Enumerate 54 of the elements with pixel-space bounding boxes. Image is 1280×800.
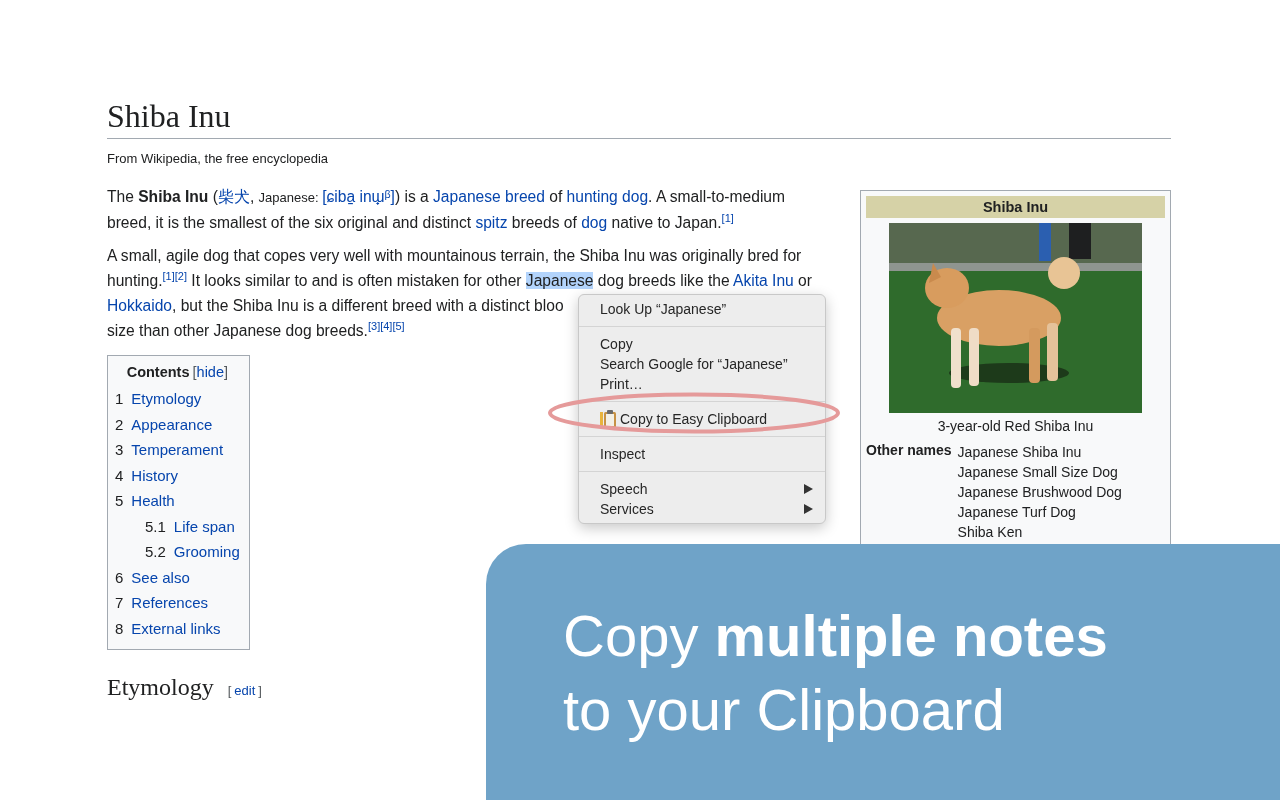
toc-link[interactable]: Temperament: [131, 437, 224, 463]
infobox-value: Shiba Ken: [957, 523, 1024, 542]
banner-text: to your Clipboard: [563, 676, 1006, 744]
toc-number: 3: [115, 440, 124, 460]
toc-link[interactable]: Grooming: [173, 539, 240, 565]
toc-link[interactable]: External links: [131, 615, 221, 641]
bracket: [: [227, 683, 232, 698]
bracket: ]: [258, 683, 262, 698]
clipboard-icon: [600, 410, 617, 428]
infobox-title: Shiba Inu: [866, 196, 1165, 218]
toc-number: 6: [115, 567, 124, 588]
toc-link[interactable]: References: [131, 590, 209, 616]
menu-item[interactable]: Look Up “Japanese”: [579, 299, 825, 319]
text-line: A small, agile dog that copes very well with mountainous terrain, the Shiba Inu was originally bred for: [107, 246, 802, 266]
toc-link[interactable]: Etymology: [131, 386, 202, 412]
text-line: hunting.$^{[1][2]}$ It looks similar to and is often mistaken for other Japanese dog breeds like the Akita Inu or: [107, 268, 812, 291]
menu-item[interactable]: Inspect: [579, 444, 825, 464]
toc-number: 8: [115, 618, 124, 639]
text-line: The Shiba Inu (柴犬, Japanese: [ɕiba̠ inɯ̟ᵝ]) is a Japanese breed of hunting dog. A small-to-medium: [107, 187, 786, 207]
toc-number: 7: [115, 593, 124, 613]
banner-text: Copy multiple notes: [563, 602, 1109, 670]
menu-item[interactable]: Print…: [579, 374, 825, 394]
hide-link[interactable]: hide: [196, 364, 224, 380]
infobox-value: Japanese Small Size Dog: [957, 463, 1119, 482]
text-line: Hokkaido, but the Shiba Inu is a different breed with a distinct bloo: [107, 296, 564, 316]
article-title: Shiba Inu: [107, 96, 1171, 139]
text-line: size than other Japanese dog breeds.$^{[3][4][5]}$: [107, 318, 405, 341]
toc-number: 4: [115, 465, 124, 486]
menu-item[interactable]: Search Google for “Japanese”: [579, 354, 825, 374]
image-caption: 3-year-old Red Shiba Inu: [936, 418, 1095, 434]
section-heading: Etymology: [107, 674, 214, 701]
infobox-value: Japanese Brushwood Dog: [957, 483, 1122, 502]
infobox-value: Japanese Shiba Inu: [957, 443, 1083, 462]
infobox-label: Other names: [866, 442, 952, 460]
menu-item[interactable]: Speech: [579, 479, 825, 499]
toc-number: 5.1: [145, 516, 166, 537]
toc-link[interactable]: See also: [131, 564, 190, 590]
contents-title: Contents: [126, 364, 190, 380]
infobox-value: Japanese Turf Dog: [957, 503, 1077, 522]
menu-item[interactable]: Services: [579, 499, 825, 519]
bracket: [: [192, 364, 197, 380]
edit-link[interactable]: edit: [234, 683, 256, 698]
toc-number: 5: [115, 491, 124, 511]
toc-number: 2: [115, 414, 124, 435]
toc-link[interactable]: Life span: [173, 513, 235, 539]
menu-item[interactable]: Copy: [579, 334, 825, 354]
toc-link[interactable]: Appearance: [131, 411, 213, 437]
bracket: ]: [224, 364, 228, 380]
toc-link[interactable]: Health: [131, 488, 175, 514]
toc-number: 1: [115, 389, 124, 409]
text-line: breed, it is the smallest of the six original and distinct spitz breeds of dog native to Japan.$^{[1]}$: [107, 210, 734, 233]
toc-number: 5.2: [145, 542, 166, 562]
tagline: From Wikipedia, the free encyclopedia: [107, 151, 330, 166]
toc-link[interactable]: History: [131, 462, 178, 488]
